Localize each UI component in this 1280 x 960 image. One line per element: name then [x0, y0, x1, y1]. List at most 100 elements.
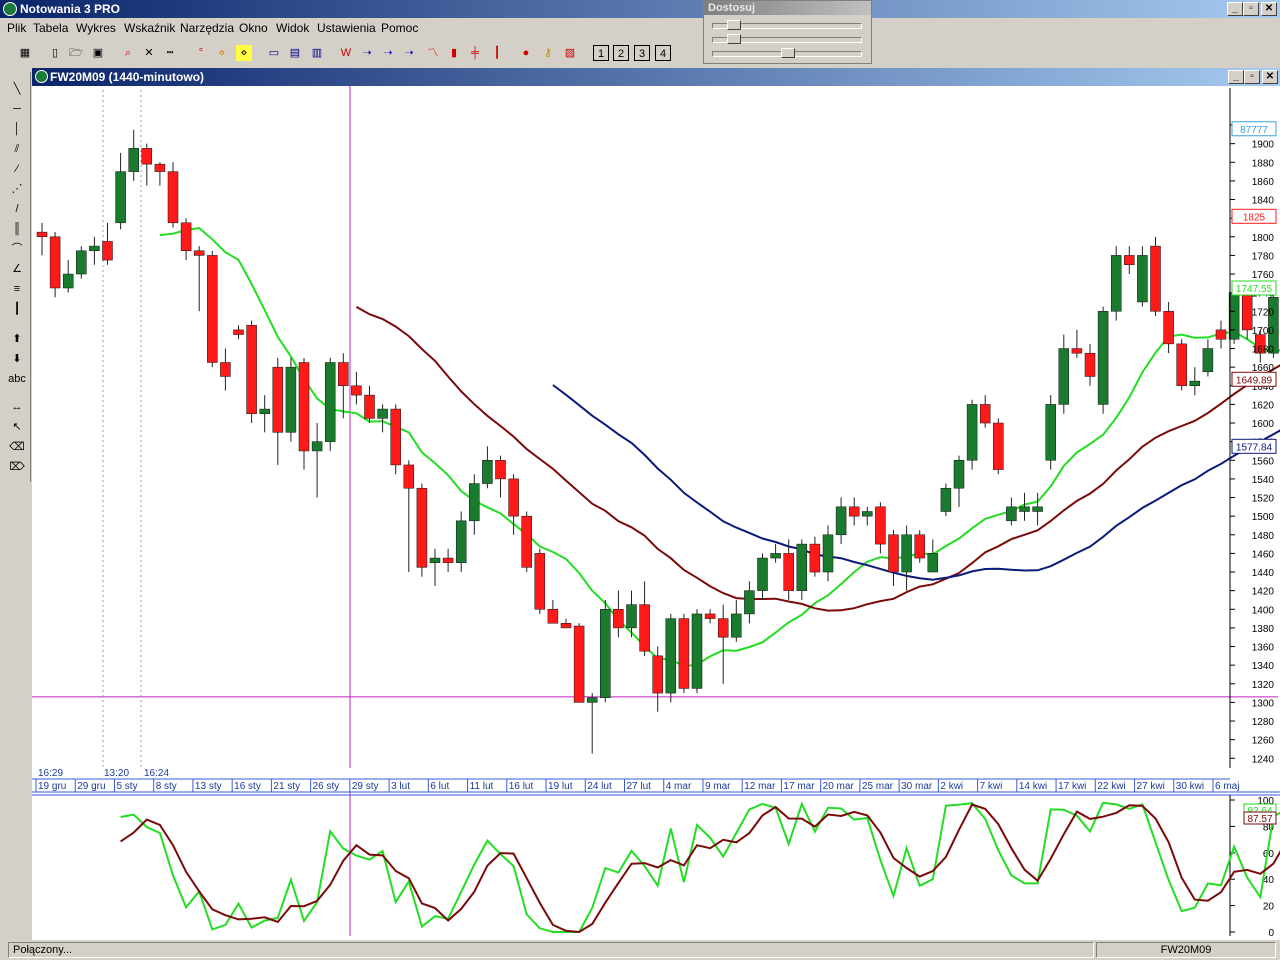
price-label: 1649.89 [1236, 375, 1273, 386]
candle-body [259, 408, 270, 414]
stoch-tick-label: 0 [1268, 928, 1274, 939]
candle-body [665, 618, 677, 694]
price-tick-label: 1620 [1252, 400, 1275, 411]
date-label: 27 lut [627, 781, 652, 792]
date-label: 29 sty [352, 781, 379, 792]
date-label: 30 mar [901, 781, 933, 792]
candle-body [626, 604, 637, 629]
price-tick-label: 1720 [1252, 307, 1275, 318]
time-label: 16:29 [38, 768, 63, 779]
date-label: 22 kwi [1097, 781, 1125, 792]
candle-body [652, 655, 663, 694]
date-label: 11 lut [470, 781, 494, 792]
candle-body [272, 366, 284, 433]
candle-body [403, 464, 415, 489]
candle-body [600, 609, 611, 698]
candle-body [1110, 255, 1122, 312]
candle-body [246, 325, 257, 414]
price-tick-label: 1600 [1252, 419, 1275, 430]
price-tick-label: 1760 [1252, 270, 1275, 281]
price-tick-label: 1480 [1252, 531, 1275, 542]
price-tick-label: 1420 [1252, 587, 1275, 598]
price-tick-label: 1780 [1252, 251, 1275, 262]
price-tick-label: 1280 [1252, 717, 1275, 728]
candle-body [495, 460, 506, 480]
connection-status: Połączony... [8, 942, 1094, 958]
candle-body [180, 222, 192, 252]
candle-body [193, 250, 205, 256]
price-label: 1747.55 [1236, 284, 1273, 295]
candle-body [757, 557, 768, 591]
candle-body [154, 163, 166, 172]
candle-body [613, 609, 624, 629]
candle-body [835, 506, 847, 536]
price-tick-label: 1700 [1252, 326, 1275, 337]
date-label: 16 lut [509, 781, 534, 792]
price-tick-label: 1520 [1252, 494, 1275, 505]
candle-body [1006, 506, 1017, 522]
candle-body [1084, 352, 1096, 377]
candle-body [233, 329, 244, 335]
candle-body [220, 362, 231, 377]
candle-body [770, 553, 781, 559]
candle-body [351, 385, 362, 396]
candle-body [377, 408, 388, 419]
stoch-label: 87.57 [1247, 814, 1272, 825]
candle-body [1189, 380, 1201, 387]
candle-body [128, 148, 139, 172]
candle-body [1097, 311, 1109, 405]
time-label: 13:20 [104, 768, 129, 779]
price-tick-label: 1240 [1252, 754, 1275, 765]
candle-body [1019, 506, 1030, 512]
candle-body [848, 506, 860, 517]
candle-body [1241, 292, 1253, 331]
price-chart[interactable]: 1920190018801860184018201800178017601740… [0, 0, 1280, 940]
price-tick-label: 1340 [1252, 661, 1275, 672]
price-tick-label: 1800 [1252, 233, 1275, 244]
candle-body [966, 404, 978, 461]
candle-body [455, 520, 467, 563]
date-label: 4 mar [666, 781, 692, 792]
candle-body [508, 478, 519, 517]
candle-body [442, 557, 454, 563]
candle-body [76, 250, 87, 275]
price-tick-label: 1680 [1252, 345, 1275, 356]
candle-body [940, 487, 952, 512]
price-tick-label: 1400 [1252, 605, 1275, 616]
candle-body [298, 362, 310, 452]
price-tick-label: 1300 [1252, 698, 1275, 709]
candle-body [36, 231, 48, 238]
candle-body [783, 553, 794, 591]
price-tick-label: 1540 [1252, 475, 1275, 486]
price-tick-label: 1260 [1252, 736, 1275, 747]
candle-body [914, 534, 925, 559]
candle-body [1150, 245, 1161, 312]
candle-body [862, 511, 873, 517]
price-tick-label: 1840 [1252, 196, 1275, 207]
date-label: 27 kwi [1137, 781, 1165, 792]
candle-body [547, 609, 559, 624]
candle-body [1045, 404, 1056, 461]
stoch-d-line [120, 803, 1280, 934]
date-label: 9 mar [705, 781, 731, 792]
candle-body [102, 241, 113, 261]
candle-body [141, 148, 153, 165]
price-label: 1577.84 [1236, 442, 1273, 453]
date-label: 13 sty [195, 781, 222, 792]
candle-body [534, 553, 546, 610]
date-label: 26 sty [313, 781, 340, 792]
candle-body [89, 245, 100, 252]
candle-body [678, 618, 690, 689]
candle-body [717, 618, 729, 638]
candle-body [390, 408, 401, 466]
candle-body [1202, 348, 1214, 373]
date-label: 17 mar [783, 781, 815, 792]
symbol-status: FW20M09 [1096, 942, 1276, 958]
candle-body [469, 483, 480, 522]
date-label: 6 maj [1215, 781, 1239, 792]
date-label: 8 sty [156, 781, 177, 792]
candle-body [1176, 343, 1187, 387]
candle-body [953, 460, 965, 489]
candle-body [207, 255, 218, 363]
price-tick-label: 1440 [1252, 568, 1275, 579]
